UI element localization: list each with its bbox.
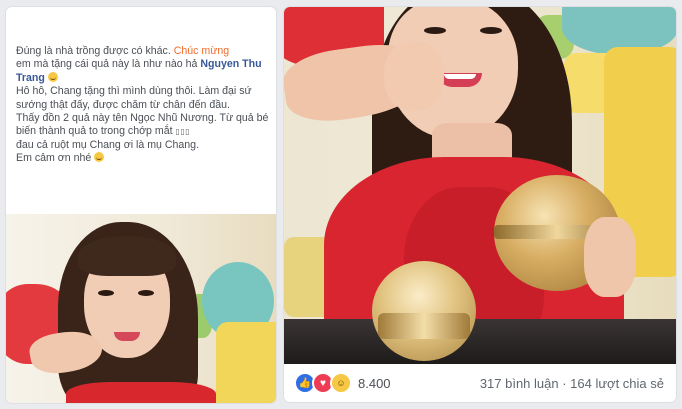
hand — [384, 41, 444, 111]
red-dress — [66, 382, 216, 403]
post-text-segment: Em cảm ơn nhé — [16, 152, 95, 165]
reaction-icons[interactable]: 👍 ♥ ☺ — [294, 372, 352, 394]
post-line-3: Hô hô, Chang tặng thì mình dùng thôi. Là… — [16, 85, 252, 111]
right-eye — [480, 27, 502, 34]
haha-icon: ☺ — [330, 372, 352, 394]
right-post-card: 👍 ♥ ☺ 8.400 317 bình luận · 164 lượt chi… — [284, 7, 676, 402]
bangs — [78, 236, 176, 276]
small-gold-cream-jar — [372, 261, 476, 361]
post-line-2: em mà tặng cái quả này là như nào hả Ngu… — [16, 58, 270, 85]
post-line-1: Đúng là nhà trồng được có khác. Chúc mừn… — [16, 45, 270, 58]
jar-base — [378, 313, 470, 339]
post-text-segment: Đúng là nhà trồng được có khác. — [16, 45, 174, 57]
post-line-6: Em cảm ơn nhé — [16, 152, 270, 165]
reaction-count[interactable]: 8.400 — [358, 376, 391, 391]
left-post-card: Đúng là nhà trồng được có khác. Chúc mừn… — [6, 7, 276, 403]
left-eye — [424, 27, 446, 34]
reactions-bar: 👍 ♥ ☺ 8.400 317 bình luận · 164 lượt chi… — [284, 364, 676, 402]
left-post-photo[interactable] — [6, 214, 276, 403]
post-text-segment: Thấy đồn 2 quả này tên Ngọc Nhũ Nương. T… — [16, 112, 269, 138]
left-eye — [98, 290, 114, 296]
right-hand — [584, 217, 636, 297]
smile-emoji-icon — [94, 152, 105, 163]
post-text-segment: em mà tặng cái quả này là như nào hả — [16, 58, 201, 71]
post-text: Đúng là nhà trồng được có khác. Chúc mừn… — [16, 45, 270, 166]
missing-emoji-glyphs: ▯▯▯ — [175, 127, 191, 137]
highlight-text: Chúc mừng — [173, 45, 230, 57]
comment-share-stats[interactable]: 317 bình luận · 164 lượt chia sẻ — [480, 376, 664, 391]
post-line-5: đau cả ruột mụ Chang ơi là mụ Chang. — [16, 138, 200, 151]
glass-table — [284, 319, 676, 364]
right-eye — [138, 290, 154, 296]
post-line-4: Thấy đồn 2 quả này tên Ngọc Nhũ Nương. T… — [16, 112, 270, 139]
smile-emoji-icon — [47, 71, 58, 82]
yellow-pillow — [216, 322, 276, 403]
main-post-photo[interactable] — [284, 7, 676, 364]
